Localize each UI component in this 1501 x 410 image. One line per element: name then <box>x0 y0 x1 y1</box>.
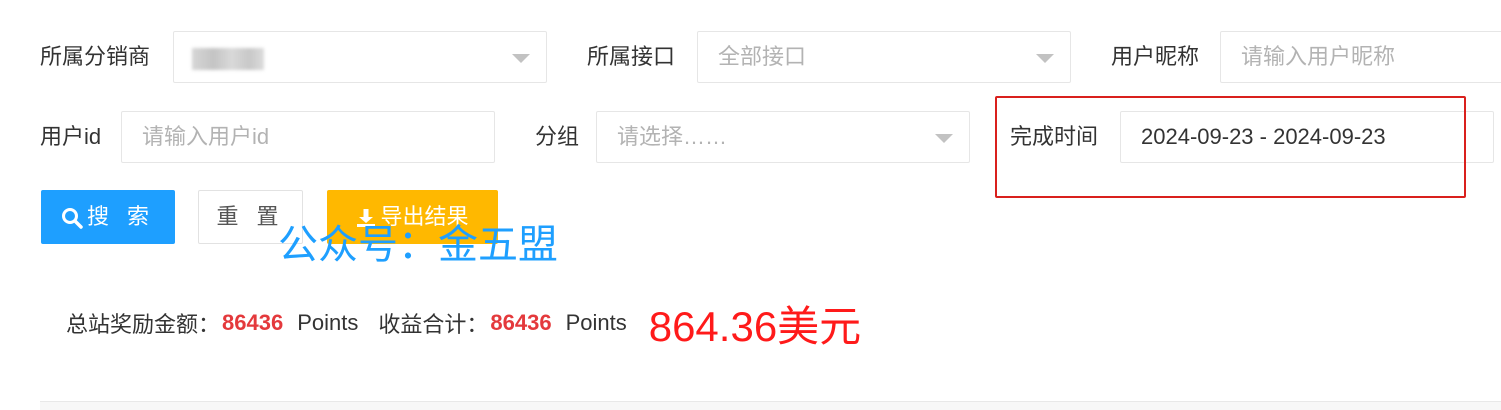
distributor-label: 所属分销商 <box>40 44 151 69</box>
userid-label: 用户id <box>40 124 102 149</box>
nickname-placeholder: 请输入用户昵称 <box>1241 44 1396 69</box>
chevron-down-icon <box>935 134 953 143</box>
income-total-value: 86436 <box>490 310 552 335</box>
nickname-input[interactable]: 请输入用户昵称 <box>1220 31 1501 83</box>
nickname-label: 用户昵称 <box>1111 44 1200 69</box>
distributor-select[interactable] <box>173 31 547 83</box>
time-label: 完成时间 <box>1010 124 1099 149</box>
search-button[interactable]: 搜 索 <box>41 190 175 244</box>
chevron-down-icon <box>512 54 530 63</box>
userid-input[interactable]: 请输入用户id <box>121 111 495 163</box>
chevron-down-icon <box>1036 54 1054 63</box>
income-total-label: 收益合计： <box>378 312 489 337</box>
group-placeholder: 请选择…… <box>617 124 728 149</box>
time-range-input[interactable]: 2024-09-23 - 2024-09-23 <box>1120 111 1494 163</box>
interface-label: 所属接口 <box>587 44 676 69</box>
total-reward-value: 86436 <box>222 310 284 335</box>
income-total-unit: Points <box>565 310 627 335</box>
total-reward-label: 总站奖励金额： <box>66 312 221 337</box>
summary-bar: 总站奖励金额： 86436 Points 收益合计： 86436 Points … <box>66 300 861 350</box>
usd-annotation: 864.36美元 <box>648 302 862 350</box>
group-label: 分组 <box>535 124 580 149</box>
interface-select[interactable]: 全部接口 <box>697 31 1071 83</box>
group-select[interactable]: 请选择…… <box>596 111 970 163</box>
search-icon <box>61 208 83 229</box>
time-range-value: 2024-09-23 - 2024-09-23 <box>1141 124 1386 149</box>
redacted-value <box>192 48 264 70</box>
interface-select-value: 全部接口 <box>718 44 807 69</box>
watermark-text: 公众号：金五盟 <box>278 223 558 267</box>
total-reward-unit: Points <box>297 310 359 335</box>
userid-placeholder: 请输入用户id <box>142 124 270 149</box>
reset-button-label: 重 置 <box>216 204 285 229</box>
search-button-label: 搜 索 <box>86 204 156 229</box>
